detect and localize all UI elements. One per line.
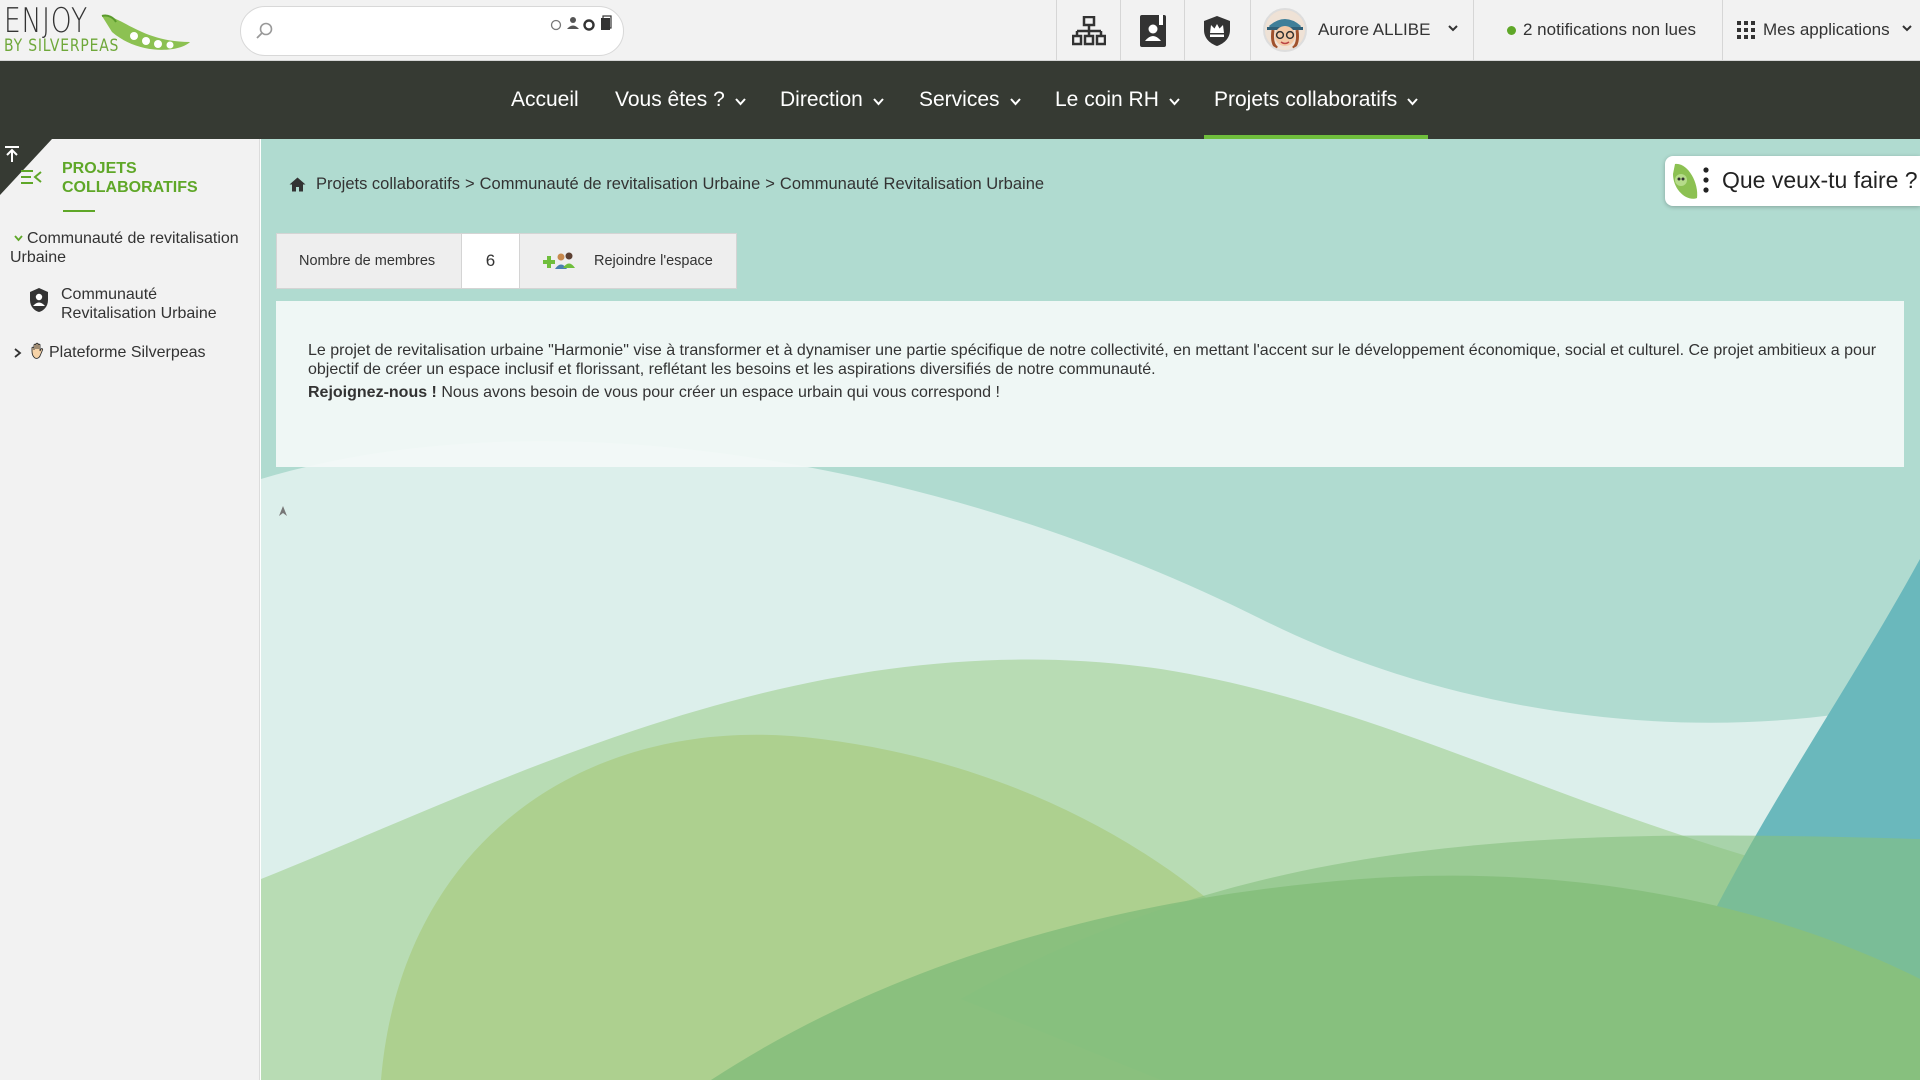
sitemap-button[interactable] xyxy=(1056,0,1120,61)
join-space-button[interactable]: Rejoindre l'espace xyxy=(520,234,736,288)
user-avatar-icon xyxy=(1265,10,1305,50)
collapse-menu-icon[interactable] xyxy=(20,169,42,185)
nav-item-direction[interactable]: Direction xyxy=(780,61,884,139)
nav-item-label: Services xyxy=(919,88,1000,111)
search-box xyxy=(240,6,624,56)
cursor-arrow-icon xyxy=(279,506,287,516)
tree-item-communaute-revitalisation[interactable]: Communauté de revitalisation Urbaine xyxy=(10,229,260,267)
notifications-link[interactable]: 2 notifications non lues xyxy=(1474,0,1722,61)
sidebar-title-underline xyxy=(63,210,95,212)
directory-button[interactable] xyxy=(1120,0,1184,61)
chevron-down-icon[interactable] xyxy=(14,235,23,242)
tree-item-label-cont: Urbaine xyxy=(10,249,67,266)
user-name: Aurore ALLIBE xyxy=(1318,20,1431,39)
enjoy-silverpeas-logo[interactable]: ENJOY BY SILVERPEAS xyxy=(4,2,194,58)
sidebar: PROJETS COLLABORATIFS Communauté de revi… xyxy=(0,139,260,1080)
join-users-icon xyxy=(543,252,575,269)
main-content: Projets collaboratifs > Communauté de re… xyxy=(261,139,1920,1080)
nav-item-label: Accueil xyxy=(511,88,579,111)
sidebar-title-line1: PROJETS xyxy=(62,160,137,177)
chevron-down-icon xyxy=(1902,25,1912,32)
scroll-top-icon[interactable] xyxy=(4,145,20,163)
breadcrumb-separator: > xyxy=(464,175,475,193)
breadcrumb: Projets collaboratifs > Communauté de re… xyxy=(289,175,1044,194)
nav-item-services[interactable]: Services xyxy=(919,61,1021,139)
breadcrumb-separator: > xyxy=(765,175,775,193)
space-info-bar: Nombre de membres 6 Rejoindre l'espace xyxy=(276,233,737,289)
nav-item-projets-collaboratifs[interactable]: Projets collaboratifs xyxy=(1203,61,1429,139)
directory-icon xyxy=(1139,14,1166,47)
assistant-button[interactable]: Que veux-tu faire ? xyxy=(1665,156,1920,206)
chevron-down-icon xyxy=(1009,98,1021,106)
tree-item-label: Communauté de revitalisation xyxy=(27,230,239,247)
description-strong: Rejoignez-nous ! xyxy=(308,384,437,401)
logo-text: ENJOY xyxy=(4,1,88,41)
sitemap-icon xyxy=(1071,15,1106,45)
sidebar-title: PROJETS COLLABORATIFS xyxy=(62,159,198,197)
pea-pod-icon xyxy=(101,14,190,50)
admin-button[interactable] xyxy=(1184,0,1248,61)
tree-item-label-cont: Revitalisation Urbaine xyxy=(61,305,217,322)
my-applications-label: Mes applications xyxy=(1763,20,1890,39)
admin-shield-icon xyxy=(1203,15,1230,46)
tree-item-label: Plateforme Silverpeas xyxy=(49,344,206,361)
nav-item-label: Le coin RH xyxy=(1055,88,1159,111)
nav-item-coin-rh[interactable]: Le coin RH xyxy=(1055,61,1180,139)
nav-item-vous-etes[interactable]: Vous êtes ? xyxy=(615,61,746,139)
search-icon[interactable] xyxy=(255,21,275,41)
apps-grid-icon xyxy=(1737,21,1755,39)
space-description: Le projet de revitalisation urbaine "Har… xyxy=(276,301,1904,467)
nav-item-accueil[interactable]: Accueil xyxy=(511,61,579,139)
members-count-value[interactable]: 6 xyxy=(462,234,520,288)
main-navigation: Accueil Vous êtes ? Direction Services L… xyxy=(0,61,1920,139)
sidebar-header: PROJETS COLLABORATIFS xyxy=(0,139,260,221)
chevron-down-icon xyxy=(1407,98,1418,106)
notification-status-dot xyxy=(1507,26,1516,35)
nav-item-label: Direction xyxy=(780,88,863,111)
chevron-down-icon xyxy=(735,98,746,106)
search-input[interactable] xyxy=(281,19,571,45)
description-rest: Nous avons besoin de vous pour créer un … xyxy=(436,384,1000,401)
chevron-down-icon xyxy=(1448,25,1458,32)
chevron-down-icon xyxy=(1169,98,1180,106)
tree-item-label: Communauté xyxy=(61,286,158,303)
top-bar: ENJOY BY SILVERPEAS Aurore ALLIBE 2 noti… xyxy=(0,0,1920,61)
description-call-to-action: Rejoignez-nous ! Nous avons besoin de vo… xyxy=(308,383,1878,402)
join-space-label: Rejoindre l'espace xyxy=(594,253,713,269)
hand-icon xyxy=(31,342,44,359)
search-options-icon[interactable] xyxy=(547,15,623,33)
tree-item-communaute-revitalisation-urbaine[interactable]: Communauté Revitalisation Urbaine xyxy=(28,285,248,323)
members-count-label: Nombre de membres xyxy=(277,234,462,288)
notifications-text: 2 notifications non lues xyxy=(1523,20,1696,39)
description-paragraph: Le projet de revitalisation urbaine "Har… xyxy=(308,342,1877,378)
chevron-down-icon xyxy=(873,98,884,106)
user-menu[interactable]: Aurore ALLIBE xyxy=(1250,0,1474,61)
community-icon xyxy=(30,288,48,312)
sidebar-title-line2: COLLABORATIFS xyxy=(62,179,198,196)
more-vertical-icon xyxy=(1703,167,1709,193)
nav-item-label: Vous êtes ? xyxy=(615,88,725,111)
tree-item-plateforme-silverpeas[interactable]: Plateforme Silverpeas xyxy=(14,342,254,362)
breadcrumb-item[interactable]: Projets collaboratifs xyxy=(316,175,460,194)
nav-item-label: Projets collaboratifs xyxy=(1214,88,1398,111)
pea-mascot-icon xyxy=(1673,163,1698,199)
breadcrumb-item[interactable]: Communauté de revitalisation Urbaine xyxy=(480,175,761,194)
chevron-right-icon[interactable] xyxy=(14,348,22,358)
avatar xyxy=(1263,8,1307,52)
home-icon[interactable] xyxy=(289,177,306,192)
breadcrumb-item-current: Communauté Revitalisation Urbaine xyxy=(779,175,1045,193)
assistant-label: Que veux-tu faire ? xyxy=(1722,167,1918,193)
my-applications-menu[interactable]: Mes applications xyxy=(1722,0,1920,61)
